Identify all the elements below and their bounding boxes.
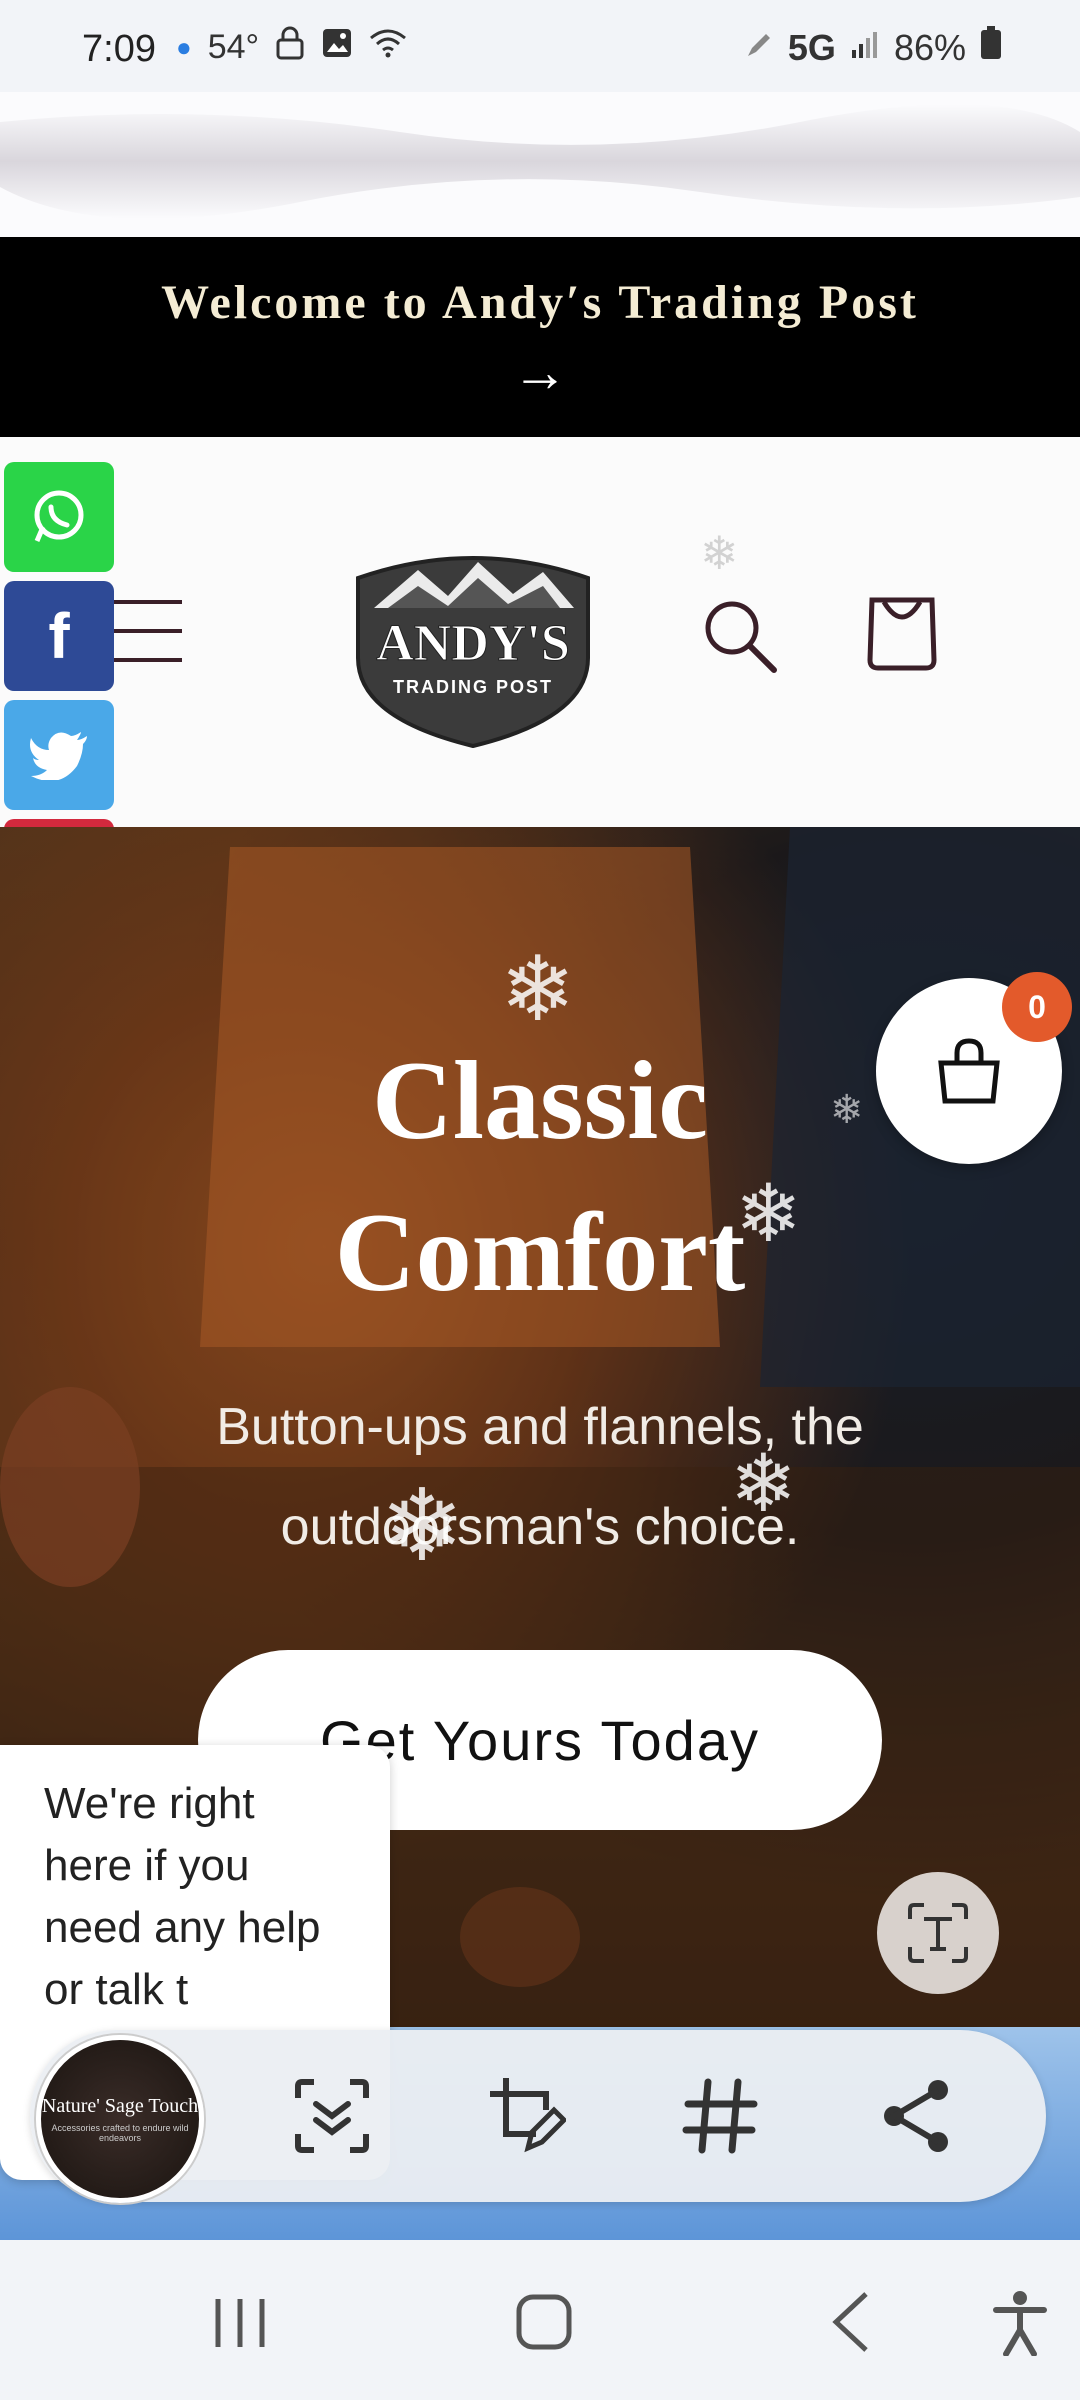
snowflake-icon: ❄ (380, 1470, 464, 1582)
crop-edit-icon[interactable] (486, 2074, 568, 2154)
snowflake-icon: ❄ (730, 1439, 798, 1528)
scroll-capture-icon[interactable] (292, 2076, 372, 2156)
snowflake-icon: ❄ (735, 1169, 803, 1258)
status-time: 7:09 (82, 28, 156, 70)
menu-icon[interactable] (112, 600, 182, 664)
gallery-icon (321, 27, 353, 68)
battery-label: 86% (893, 26, 966, 68)
recent-apps-icon[interactable] (210, 2295, 270, 2351)
cart-count-badge: 0 (1002, 972, 1072, 1042)
network-label: 5G (787, 26, 836, 68)
screenshot-thumbnail[interactable]: Nature' Sage Touch Accessories crafted t… (36, 2035, 204, 2203)
status-bar: 7:09 ● 54° 5G 86% (0, 0, 1080, 92)
hashtag-icon[interactable] (680, 2076, 760, 2156)
thumbnail-caption: Accessories crafted to endure wild endea… (51, 2123, 189, 2143)
facebook-icon[interactable]: f (4, 581, 114, 691)
hero-title-line2: Comfort (334, 1191, 746, 1315)
logo-tagline: TRADING POST (393, 677, 553, 697)
twitter-icon[interactable] (4, 700, 114, 810)
extract-text-button[interactable] (877, 1872, 999, 1994)
signal-icon (850, 27, 880, 69)
arrow-right-icon[interactable]: → (0, 339, 1080, 404)
logo-name: ANDY'S (376, 615, 570, 672)
search-icon[interactable] (700, 596, 780, 676)
pen-icon (744, 27, 774, 69)
chat-message: We're right here if you need any help or… (44, 1779, 321, 2014)
snowflake-icon: ❄ (830, 1088, 864, 1132)
decorative-wave (0, 92, 1080, 237)
share-icon[interactable] (876, 2076, 956, 2156)
back-icon[interactable] (826, 2290, 876, 2354)
lock-icon (275, 26, 305, 69)
text-scan-icon (908, 1903, 968, 1963)
whatsapp-icon[interactable] (4, 462, 114, 572)
weather-icon: ● (176, 32, 192, 62)
home-icon[interactable] (514, 2292, 574, 2352)
temperature-label: 54° (207, 28, 260, 66)
announcement-text: Welcome to Andy′s Trading Post (161, 276, 919, 329)
shopping-bag-icon (938, 1038, 1000, 1104)
hero-subtitle-line1: Button-ups and flannels, the (216, 1398, 864, 1456)
battery-icon (980, 26, 1002, 69)
site-logo[interactable]: ANDY'S TRADING POST (338, 548, 608, 749)
cart-icon[interactable] (862, 594, 942, 674)
announcement-bar[interactable]: Welcome to Andy′s Trading Post → (0, 237, 1080, 437)
snowflake-icon: ❄ (500, 940, 576, 1040)
wifi-icon (369, 28, 407, 67)
status-left-icons: ● 54° (176, 26, 407, 69)
thumbnail-title: Nature' Sage Touch (41, 2095, 199, 2117)
hero-subtitle-line2: outdoorsman's choice. (280, 1498, 800, 1556)
status-right-icons: 5G 86% (744, 26, 1002, 69)
accessibility-icon[interactable] (992, 2290, 1048, 2357)
snowflake-icon: ❄ (700, 527, 739, 579)
